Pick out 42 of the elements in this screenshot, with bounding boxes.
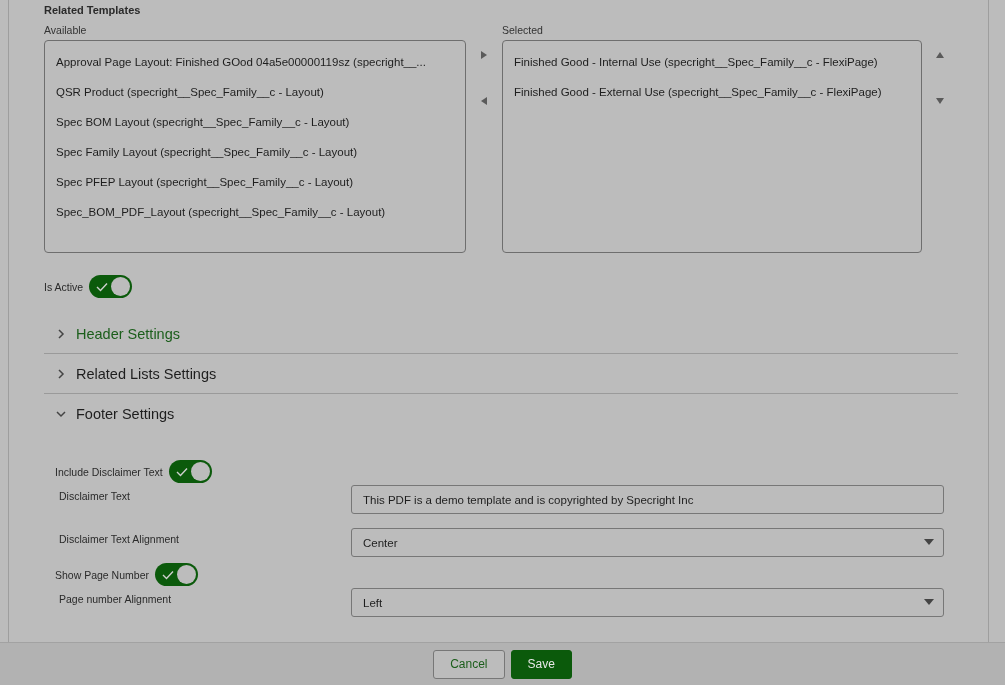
chevron-down-icon bbox=[56, 409, 66, 419]
list-option[interactable]: QSR Product (specright__Spec_Family__c - Layout) bbox=[45, 77, 465, 107]
list-option[interactable]: Spec BOM Layout (specright__Spec_Family__c - Layout) bbox=[45, 107, 465, 137]
section-title: Related Templates bbox=[44, 4, 142, 16]
check-icon bbox=[96, 281, 109, 292]
list-option[interactable]: Finished Good - External Use (specright__Spec_Family__c - FlexiPage) bbox=[503, 77, 921, 107]
dropdown-caret-icon bbox=[924, 539, 934, 546]
move-up-icon[interactable] bbox=[935, 50, 945, 60]
field-label: Disclaimer Text bbox=[58, 489, 131, 502]
accordion-header[interactable]: Header Settings bbox=[44, 314, 958, 354]
disclaimer-input[interactable]: This PDF is a demo template and is copyrighted by Specright Inc bbox=[351, 485, 944, 514]
toggle-label: Is Active bbox=[44, 280, 84, 293]
check-icon bbox=[175, 466, 188, 477]
accordion-header[interactable]: Related Lists Settings bbox=[44, 354, 958, 394]
check-icon bbox=[161, 569, 174, 580]
toggle-switch[interactable] bbox=[168, 460, 212, 483]
save-button[interactable]: Save bbox=[510, 649, 572, 679]
toggle-switch[interactable] bbox=[154, 563, 198, 586]
select-field[interactable]: Left bbox=[351, 588, 944, 617]
toggle-switch[interactable] bbox=[89, 275, 133, 298]
list-option[interactable]: Spec_BOM_PDF_Layout (specright__Spec_Family__c - Layout) bbox=[45, 197, 465, 227]
toggle-label: Show Page Number bbox=[55, 568, 149, 581]
list-option[interactable]: Spec PFEP Layout (specright__Spec_Family__c - Layout) bbox=[45, 167, 465, 197]
available-listbox[interactable] bbox=[44, 40, 466, 253]
select-field[interactable]: Center bbox=[351, 528, 944, 557]
chevron-right-icon bbox=[56, 368, 66, 379]
chevron-right-icon bbox=[56, 328, 66, 339]
move-right-icon[interactable] bbox=[479, 50, 489, 60]
dropdown-caret-icon bbox=[924, 599, 934, 606]
accordion-header[interactable]: Footer Settings bbox=[44, 394, 958, 434]
move-down-icon[interactable] bbox=[935, 96, 945, 106]
field-label: Disclaimer Text Alignment bbox=[58, 532, 181, 545]
list-label: Available bbox=[44, 24, 88, 36]
field-label: Page number Alignment bbox=[58, 592, 173, 605]
list-option[interactable]: Approval Page Layout: Finished GOod 04a5e00000119sz (specright__... bbox=[45, 47, 465, 77]
cancel-button[interactable]: Cancel bbox=[433, 649, 505, 679]
list-label: Selected bbox=[502, 24, 544, 36]
list-option[interactable]: Spec Family Layout (specright__Spec_Family__c - Layout) bbox=[45, 137, 465, 167]
selected-listbox[interactable]: Finished Good - Internal Use (specright__Spec_Family__c - FlexiPage) Finished Good - External Use (specright__Spec_Family__c - FlexiPage) bbox=[502, 40, 922, 253]
move-left-icon[interactable] bbox=[479, 96, 489, 106]
list-option[interactable]: Finished Good - Internal Use (specright__Spec_Family__c - FlexiPage) bbox=[503, 47, 921, 77]
toggle-label: Include Disclaimer Text bbox=[55, 465, 163, 478]
